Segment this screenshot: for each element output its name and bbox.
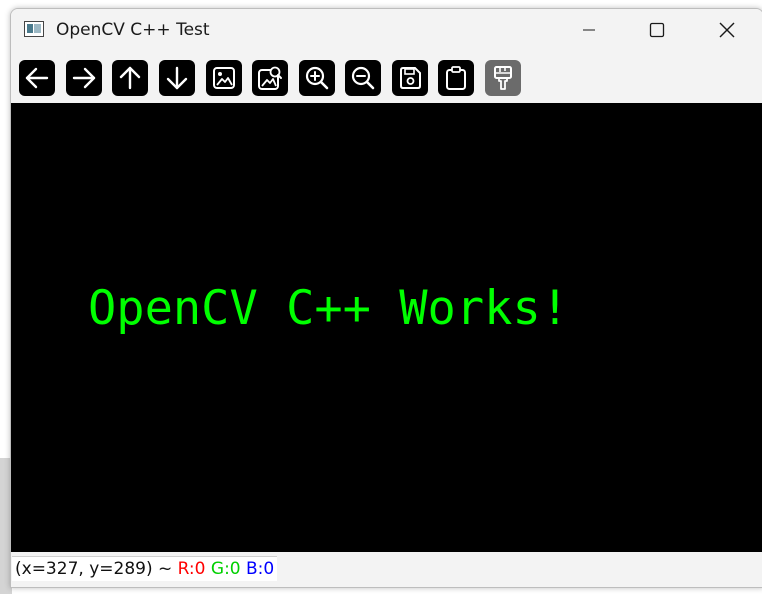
pan-left-button[interactable] xyxy=(19,60,55,96)
zoom-out-icon xyxy=(351,66,375,90)
image-zoom-icon xyxy=(258,66,282,90)
red-value: R:0 xyxy=(177,559,206,579)
zoom-in-icon xyxy=(305,66,329,90)
floppy-disk-icon xyxy=(400,67,421,89)
app-icon xyxy=(24,21,44,37)
toolbar xyxy=(11,51,762,103)
image-icon xyxy=(213,67,235,89)
maximize-icon xyxy=(649,22,665,38)
pixel-info: (x=327, y=289) ~ R:0 G:0 B:0 xyxy=(12,556,278,581)
arrow-down-icon xyxy=(166,66,188,90)
paint-brush-icon xyxy=(494,66,512,90)
zoom-out-button[interactable] xyxy=(345,60,381,96)
pan-up-button[interactable] xyxy=(112,60,148,96)
zoom-original-button[interactable] xyxy=(206,60,242,96)
canvas-text: OpenCV C++ Works! xyxy=(88,281,570,336)
clipboard-icon xyxy=(446,66,466,90)
image-window: OpenCV C++ Test OpenCV C++ Works! (x=327… xyxy=(10,8,762,588)
green-value: G:0 xyxy=(210,559,241,579)
cursor-coords: (x=327, y=289) ~ xyxy=(15,559,178,579)
arrow-left-icon xyxy=(25,67,49,89)
minimize-button[interactable] xyxy=(566,9,612,51)
pan-down-button[interactable] xyxy=(159,60,195,96)
pan-right-button[interactable] xyxy=(66,60,102,96)
properties-button[interactable] xyxy=(485,60,521,96)
copy-clipboard-button[interactable] xyxy=(438,60,474,96)
blue-value: B:0 xyxy=(246,559,275,579)
minimize-icon xyxy=(583,29,595,31)
arrow-up-icon xyxy=(119,66,141,90)
close-icon xyxy=(719,22,735,38)
title-bar[interactable]: OpenCV C++ Test xyxy=(11,9,762,51)
window-title: OpenCV C++ Test xyxy=(56,20,210,40)
arrow-right-icon xyxy=(72,67,96,89)
maximize-button[interactable] xyxy=(634,9,680,51)
zoom-fit-button[interactable] xyxy=(252,60,288,96)
save-image-button[interactable] xyxy=(392,60,428,96)
status-bar: (x=327, y=289) ~ R:0 G:0 B:0 xyxy=(11,552,762,587)
zoom-in-button[interactable] xyxy=(299,60,335,96)
close-button[interactable] xyxy=(704,9,750,51)
image-canvas[interactable]: OpenCV C++ Works! xyxy=(11,103,762,552)
